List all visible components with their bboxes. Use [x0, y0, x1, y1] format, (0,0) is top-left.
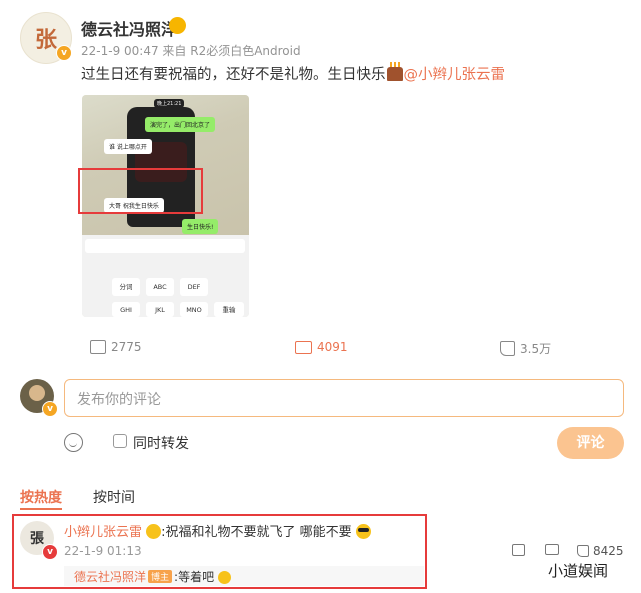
chat-bubble-1: 演完了，出门回北京了 — [145, 117, 216, 132]
comment-content: 小辫儿张云雷 :祝福和礼物不要就飞了 哪能不要 — [64, 521, 371, 540]
like-button[interactable]: 3.5万 — [500, 340, 551, 357]
repost-checkbox-label[interactable]: 同时转发 — [133, 433, 189, 453]
image-highlight-box — [78, 168, 203, 214]
chat-bubble-2: 谁 说上哪点开 — [104, 139, 152, 154]
verified-badge-icon: v — [42, 544, 58, 560]
post-text: 过生日还有要祝福的，还好不是礼物。生日快乐 @小辫儿张云雷 — [81, 62, 506, 84]
repost-checkbox[interactable] — [113, 434, 127, 448]
tab-by-time[interactable]: 按时间 — [93, 487, 135, 507]
comment-like-button[interactable]: 8425 — [577, 544, 624, 558]
comment-share-icon[interactable] — [512, 544, 525, 559]
emoji-icon — [169, 17, 186, 34]
comment-like-count: 8425 — [593, 544, 624, 558]
avatar-glyph: 张 — [34, 27, 57, 53]
share-icon — [90, 340, 106, 354]
verified-badge-icon: v — [42, 401, 58, 417]
chat-bubble-4: 生日快乐! — [182, 219, 219, 234]
submit-comment-button[interactable]: 评论 — [557, 427, 624, 459]
thumbs-up-icon — [500, 341, 515, 356]
post-text-body: 过生日还有要祝福的，还好不是礼物。生日快乐 — [81, 67, 386, 83]
comment-count: 4091 — [317, 340, 348, 354]
keyboard-input — [85, 239, 245, 253]
comment-reply-icon[interactable] — [545, 544, 559, 558]
cake-icon — [386, 62, 403, 81]
emoji-icon — [146, 524, 162, 539]
repost-count: 2775 — [111, 340, 142, 354]
tab-by-popularity[interactable]: 按热度 — [20, 487, 62, 507]
image-background: 晚上21:21 演完了，出门回北京了 谁 说上哪点开 大哥 祝我生日快乐 生日快… — [82, 95, 249, 235]
key-5: JKL — [146, 302, 174, 317]
comment-reply: 德云社冯照洋 博主:等着吧 — [64, 566, 424, 586]
repost-button[interactable]: 2775 — [90, 340, 142, 354]
key-1: 分词 — [112, 278, 140, 296]
reply-text: :等着吧 — [174, 570, 215, 584]
comment-icon — [295, 340, 312, 354]
image-time: 晚上21:21 — [154, 99, 185, 108]
post-meta: 22-1-9 00:47 来自 R2必须白色Android — [81, 44, 301, 58]
comment-input[interactable]: 发布你的评论 — [64, 379, 624, 417]
watermark: 小道娱闻 — [548, 562, 609, 580]
comment-avatar-glyph: 張 — [30, 531, 44, 547]
emoji-picker-icon[interactable] — [64, 433, 83, 452]
comment-text: :祝福和礼物不要就飞了 哪能不要 — [161, 525, 352, 540]
reply-username[interactable]: 德云社冯照洋 — [74, 570, 146, 584]
key-2: ABC — [146, 278, 174, 296]
active-tab-indicator — [20, 508, 62, 510]
thumbs-up-icon — [577, 545, 589, 557]
comment-button[interactable]: 4091 — [295, 340, 348, 354]
keyboard: 分词 ABC DEF GHI JKL MNO 重输 — [82, 235, 249, 317]
sunglasses-emoji-icon — [355, 524, 371, 539]
comment-time: 22-1-9 01:13 — [64, 544, 142, 558]
verified-badge-icon: v — [56, 45, 72, 61]
mention-link[interactable]: @小辫儿张云雷 — [404, 67, 506, 83]
key-7: 重输 — [214, 302, 244, 317]
like-count: 3.5万 — [520, 342, 552, 356]
key-6: MNO — [180, 302, 208, 317]
comment-username[interactable]: 小辫儿张云雷 — [64, 525, 142, 540]
emoji-icon — [217, 571, 231, 584]
author-tag: 博主 — [148, 570, 173, 583]
key-3: DEF — [180, 278, 208, 296]
author-name[interactable]: 德云社冯照洋 — [81, 16, 177, 40]
key-4: GHI — [112, 302, 140, 317]
